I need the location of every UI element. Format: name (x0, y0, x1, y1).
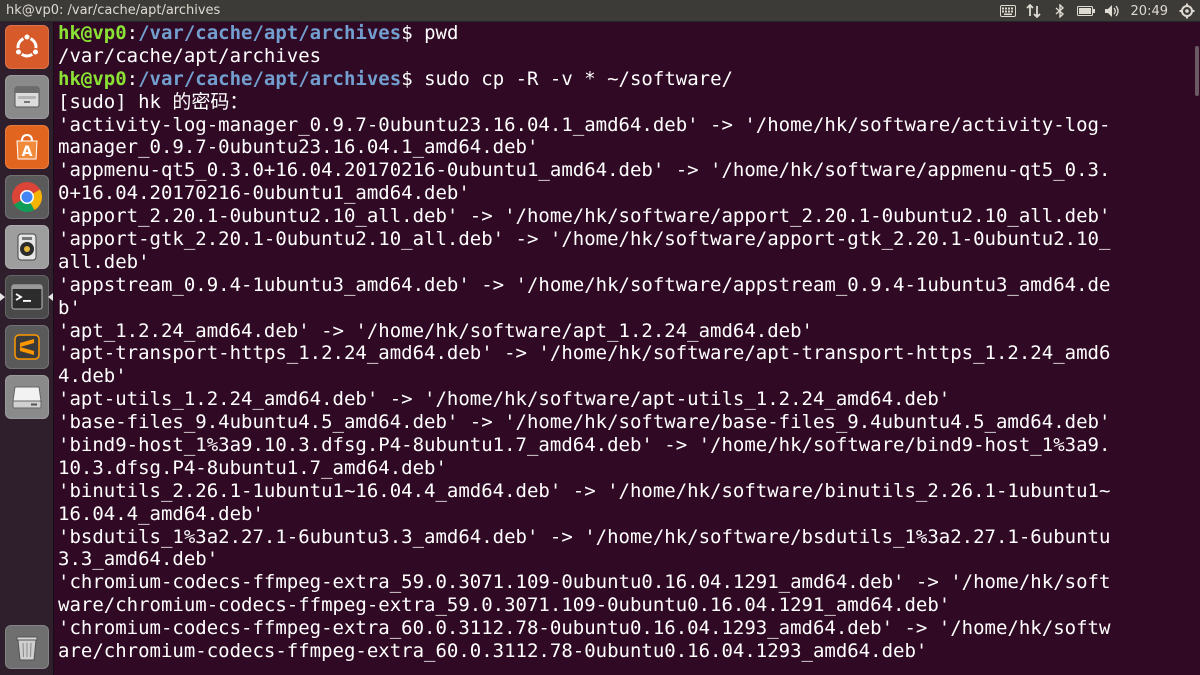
output-line: 'apport-gtk_2.20.1-0ubuntu2.10_all.deb' … (58, 228, 1111, 251)
output-line: 10.3.dfsg.P4-8ubuntu1.7_amd64.deb' (58, 456, 447, 479)
output-line: all.deb' (58, 250, 150, 273)
terminal-window[interactable]: hk@vp0:/var/cache/apt/archives$ pwd/var/… (54, 22, 1200, 675)
prompt-separator: : (126, 67, 139, 90)
volume-icon[interactable] (1101, 0, 1123, 22)
sublime-text-icon[interactable] (5, 325, 49, 369)
output-line: ware/chromium-codecs-ffmpeg-extra_59.0.3… (58, 594, 951, 617)
bluetooth-icon[interactable] (1049, 0, 1071, 22)
files-icon[interactable] (5, 75, 49, 119)
output-line: 'base-files_9.4ubuntu4.5_amd64.deb' -> '… (58, 411, 1111, 434)
focused-indicator (48, 293, 53, 301)
svg-text:A: A (22, 144, 33, 160)
top-panel: hk@vp0: /var/cache/apt/archives 20:49 (0, 0, 1200, 22)
terminal-output[interactable]: hk@vp0:/var/cache/apt/archives$ pwd/var/… (58, 22, 1110, 663)
panel-indicators: 20:49 (995, 0, 1200, 22)
output-line: /var/cache/apt/archives (58, 44, 322, 67)
output-line: 'chromium-codecs-ffmpeg-extra_60.0.3112.… (58, 617, 1111, 640)
window-title: hk@vp0: /var/cache/apt/archives (6, 3, 221, 18)
output-line: 16.04.4_amd64.deb' (58, 502, 264, 525)
launcher: A (0, 22, 54, 675)
output-line: 'appstream_0.9.4-1ubuntu3_amd64.deb' -> … (58, 273, 1111, 296)
prompt-line: hk@vp0:/var/cache/apt/archives$ pwd (58, 22, 1110, 45)
terminal-icon[interactable] (5, 275, 49, 319)
ubuntu-dash-icon[interactable] (5, 25, 49, 69)
prompt-separator: : (126, 22, 139, 44)
battery-icon[interactable] (1075, 0, 1097, 22)
output-line: 'bsdutils_1%3a2.27.1-6ubuntu3.3_amd64.de… (58, 525, 1111, 548)
command-text: pwd (412, 22, 459, 44)
software-center-icon[interactable]: A (5, 125, 49, 169)
prompt-symbol: $ (401, 22, 413, 44)
output-line: 4.deb' (58, 365, 127, 388)
scrollbar[interactable] (1194, 22, 1200, 675)
prompt-user: hk@vp0 (58, 22, 127, 44)
scrollbar-thumb[interactable] (1195, 46, 1199, 96)
prompt-path: /var/cache/apt/archives (138, 22, 402, 44)
output-line: 'apport_2.20.1-0ubuntu2.10_all.deb' -> '… (58, 205, 1111, 228)
prompt-line: hk@vp0:/var/cache/apt/archives$ sudo cp … (58, 68, 1110, 91)
network-icon[interactable] (1023, 0, 1045, 22)
output-line: manager_0.9.7-0ubuntu23.16.04.1_amd64.de… (58, 136, 539, 159)
trash-icon[interactable] (5, 625, 49, 669)
output-line: 'appmenu-qt5_0.3.0+16.04.20170216-0ubunt… (58, 159, 1111, 182)
prompt-path: /var/cache/apt/archives (138, 67, 402, 90)
prompt-user: hk@vp0 (58, 67, 127, 90)
output-line: 'apt_1.2.24_amd64.deb' -> '/home/hk/soft… (58, 319, 813, 342)
output-line: 0+16.04.20170216-0ubuntu1_amd64.deb' (58, 182, 470, 205)
output-line: 'chromium-codecs-ffmpeg-extra_59.0.3071.… (58, 571, 1111, 594)
prompt-symbol: $ (401, 67, 413, 90)
power-gear-icon[interactable] (1176, 0, 1198, 22)
output-line: are/chromium-codecs-ffmpeg-extra_60.0.31… (58, 640, 928, 663)
chrome-icon[interactable] (5, 175, 49, 219)
output-line: 'apt-utils_1.2.24_amd64.deb' -> '/home/h… (58, 388, 951, 411)
command-text: sudo cp -R -v * ~/software/ (412, 67, 733, 90)
keyboard-icon[interactable] (997, 0, 1019, 22)
running-indicator (0, 293, 5, 301)
output-line: [sudo] hk 的密码： (58, 90, 249, 113)
disk-icon[interactable] (5, 375, 49, 419)
output-line: b' (58, 296, 81, 319)
output-line: 'bind9-host_1%3a9.10.3.dfsg.P4-8ubuntu1.… (58, 434, 1111, 457)
output-line: 'activity-log-manager_0.9.7-0ubuntu23.16… (58, 113, 1111, 136)
output-line: 'binutils_2.26.1-1ubuntu1~16.04.4_amd64.… (58, 479, 1111, 502)
output-line: 3.3_amd64.deb' (58, 548, 219, 571)
output-line: 'apt-transport-https_1.2.24_amd64.deb' -… (58, 342, 1111, 365)
rhythmbox-icon[interactable] (5, 225, 49, 269)
clock[interactable]: 20:49 (1125, 4, 1174, 19)
